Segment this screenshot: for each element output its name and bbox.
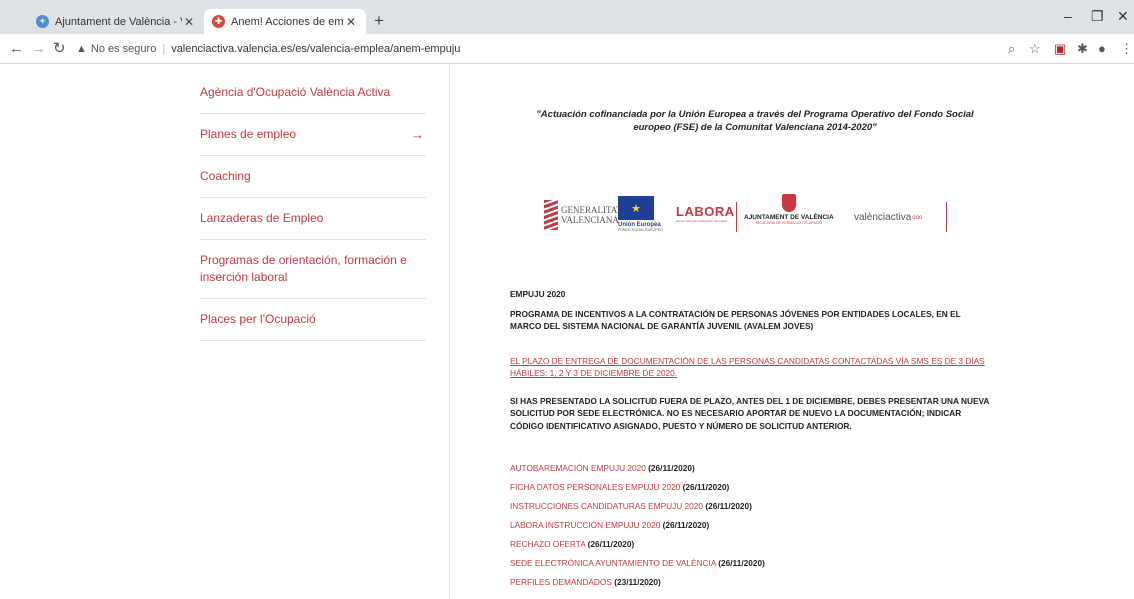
list-item: INSTRUCCIONES CANDIDATURAS EMPUJU 2020 (…: [510, 501, 990, 520]
tab-title: Anem! Acciones de empleo joven: [231, 15, 344, 28]
logo-divider: [736, 202, 737, 232]
generalitat-logo: GENERALITAT VALENCIANA: [544, 200, 622, 230]
deadline-link[interactable]: EL PLAZO DE ENTREGA DE DOCUMENTACIÓN DE …: [510, 355, 990, 380]
restore-icon[interactable]: ❐: [1091, 8, 1104, 25]
ajuntament-logo: AJUNTAMENT DE VALÈNCIA REGIDORIA DE FORM…: [744, 194, 834, 225]
doc-link-ficha-datos[interactable]: FICHA DATOS PERSONALES EMPUJU 2020: [510, 482, 683, 492]
eu-logo: ★ Unión Europea FONDO SOCIAL EUROPEO: [618, 196, 663, 232]
tab-close-icon[interactable]: ✕: [344, 15, 358, 29]
eu-flag-icon: ★: [618, 196, 654, 220]
sidebar-item-label: Lanzaderas de Empleo: [200, 211, 324, 225]
sidebar-menu: Agència d'Ocupació València Activa Plane…: [200, 72, 426, 341]
sidebar-item-lanzaderas[interactable]: Lanzaderas de Empleo: [200, 198, 426, 240]
ajuntament-sub: REGIDORIA DE FORMACIÓ I OCUPACIÓ: [755, 221, 823, 225]
pdf-extension-icon[interactable]: ▣: [1054, 41, 1066, 56]
generalitat-crest-icon: [544, 200, 558, 230]
tab-ajuntament[interactable]: ✦ Ajuntament de València - Valenti ✕: [28, 9, 204, 34]
doc-date: (23/11/2020): [614, 577, 661, 587]
list-item: PERFILES DEMANDADOS (23/11/2020): [510, 577, 990, 596]
doc-date: (26/11/2020): [587, 539, 635, 549]
warning-icon[interactable]: ▲: [76, 43, 87, 55]
extensions-icon[interactable]: ✱: [1077, 41, 1088, 56]
url-text[interactable]: valenciactiva.valencia.es/es/valencia-em…: [171, 43, 460, 55]
address-bar[interactable]: ▲ No es seguro | valenciactiva.valencia.…: [76, 38, 1000, 60]
doc-link-autobaremacion[interactable]: AUTOBAREMACIÓN EMPUJU 2020: [510, 463, 648, 473]
program-description: PROGRAMA DE INCENTIVOS A LA CONTRATACIÓN…: [510, 308, 961, 332]
minimize-icon[interactable]: –: [1064, 8, 1072, 24]
ajuntament-title: AJUNTAMENT DE VALÈNCIA: [744, 214, 834, 221]
back-icon[interactable]: ←: [9, 40, 24, 57]
doc-date: (26/11/2020): [662, 520, 710, 530]
browser-toolbar: ← → ↻ ▲ No es seguro | valenciactiva.val…: [0, 34, 1134, 64]
labora-logo: LABORA Servei Valencià d'Ocupació i Form…: [676, 204, 735, 223]
doc-link-sede[interactable]: SEDE ELECTRÓNICA AYUNTAMIENTO DE VALÈNCI…: [510, 558, 718, 568]
article-body: EMPUJU 2020 PROGRAMA DE INCENTIVOS A LA …: [510, 288, 990, 596]
sidebar-item-label: Planes de empleo: [200, 127, 297, 141]
sidebar-item-planes[interactable]: Planes de empleo →: [200, 114, 426, 156]
site-favicon-icon: ✚: [212, 15, 225, 28]
logo-divider: [946, 202, 947, 232]
tab-title: Ajuntament de València - Valenti: [55, 15, 182, 28]
sidebar: Agència d'Ocupació València Activa Plane…: [174, 64, 450, 599]
page-title: EMPUJU 2020: [510, 289, 566, 299]
sidebar-item-places[interactable]: Places per l'Ocupació: [200, 299, 426, 341]
doc-date: (26/11/2020): [682, 482, 730, 492]
late-submission-notice: SI HAS PRESENTADO LA SOLICITUD FUERA DE …: [510, 395, 990, 431]
tab-anem[interactable]: ✚ Anem! Acciones de empleo joven ✕: [204, 9, 366, 34]
account-icon[interactable]: ●: [1098, 41, 1106, 56]
city-shield-icon: [781, 194, 796, 212]
doc-link-perfiles[interactable]: PERFILES DEMANDADOS: [510, 577, 614, 587]
sidebar-item-programas[interactable]: Programas de orientación, formación e in…: [200, 240, 426, 299]
gva-line1: GENERALITAT: [561, 205, 622, 215]
doc-link-labora[interactable]: LABORA INSTRUCCIÓN EMPUJU 2020: [510, 520, 663, 530]
cofinancing-quote: "Actuación cofinanciada por la Unión Eur…: [536, 109, 974, 133]
arrow-right-icon: →: [411, 127, 424, 142]
eu-subcaption: FONDO SOCIAL EUROPEO: [618, 228, 663, 232]
main-content: "Actuación cofinanciada por la Unión Eur…: [450, 64, 1134, 599]
sidebar-item-label: Places per l'Ocupació: [200, 312, 316, 326]
new-tab-button[interactable]: +: [374, 12, 384, 29]
zoom-icon[interactable]: ⌕: [1008, 41, 1015, 56]
page-viewport: Agència d'Ocupació València Activa Plane…: [0, 64, 1134, 599]
gva-line2: VALENCIANA: [561, 215, 619, 225]
list-item: SEDE ELECTRÓNICA AYUNTAMIENTO DE VALÈNCI…: [510, 558, 990, 577]
sidebar-item-agencia[interactable]: Agència d'Ocupació València Activa: [200, 72, 426, 114]
sidebar-item-label: Agència d'Ocupació València Activa: [200, 85, 391, 99]
address-separator: |: [162, 43, 166, 55]
doc-date: (26/11/2020): [705, 501, 752, 511]
bookmark-icon[interactable]: ☆: [1029, 41, 1041, 56]
list-item: LABORA INSTRUCCIÓN EMPUJU 2020 (26/11/20…: [510, 520, 990, 539]
labora-name: LABORA: [676, 204, 735, 219]
valenciactiva-name: valènciactiva: [854, 212, 912, 223]
list-item: RECHAZO OFERTA (26/11/2020): [510, 539, 990, 558]
list-item: AUTOBAREMACIÓN EMPUJU 2020 (26/11/2020): [510, 463, 990, 482]
sidebar-item-coaching[interactable]: Coaching: [200, 156, 426, 198]
list-item: FICHA DATOS PERSONALES EMPUJU 2020 (26/1…: [510, 482, 990, 501]
sidebar-item-label: Programas de orientación, formación e in…: [200, 253, 407, 284]
doc-date: (26/11/2020): [718, 558, 765, 568]
reload-icon[interactable]: ↻: [53, 40, 66, 57]
sidebar-item-label: Coaching: [200, 169, 251, 183]
window-close-icon[interactable]: ✕: [1117, 8, 1129, 25]
valenciactiva-dots: ooo: [912, 214, 923, 221]
tab-strip: ✦ Ajuntament de València - Valenti ✕ ✚ A…: [0, 0, 1134, 34]
valenciactiva-logo: valènciactiva ooo: [854, 212, 922, 223]
doc-link-instrucciones[interactable]: INSTRUCCIONES CANDIDATURAS EMPUJU 2020: [510, 501, 705, 511]
globe-favicon-icon: ✦: [36, 15, 49, 28]
tab-close-icon[interactable]: ✕: [182, 15, 196, 29]
document-links: AUTOBAREMACIÓN EMPUJU 2020 (26/11/2020) …: [510, 463, 990, 596]
browser-menu-icon[interactable]: ⋮: [1120, 41, 1133, 56]
forward-icon[interactable]: →: [31, 40, 46, 57]
security-label[interactable]: No es seguro: [91, 43, 156, 55]
labora-sub: Servei Valencià d'Ocupació i Formació: [676, 219, 728, 223]
doc-date: (26/11/2020): [648, 463, 695, 473]
sponsor-logos: GENERALITAT VALENCIANA ★ Unión Europea F…: [544, 192, 964, 242]
doc-link-rechazo[interactable]: RECHAZO OFERTA: [510, 539, 588, 549]
